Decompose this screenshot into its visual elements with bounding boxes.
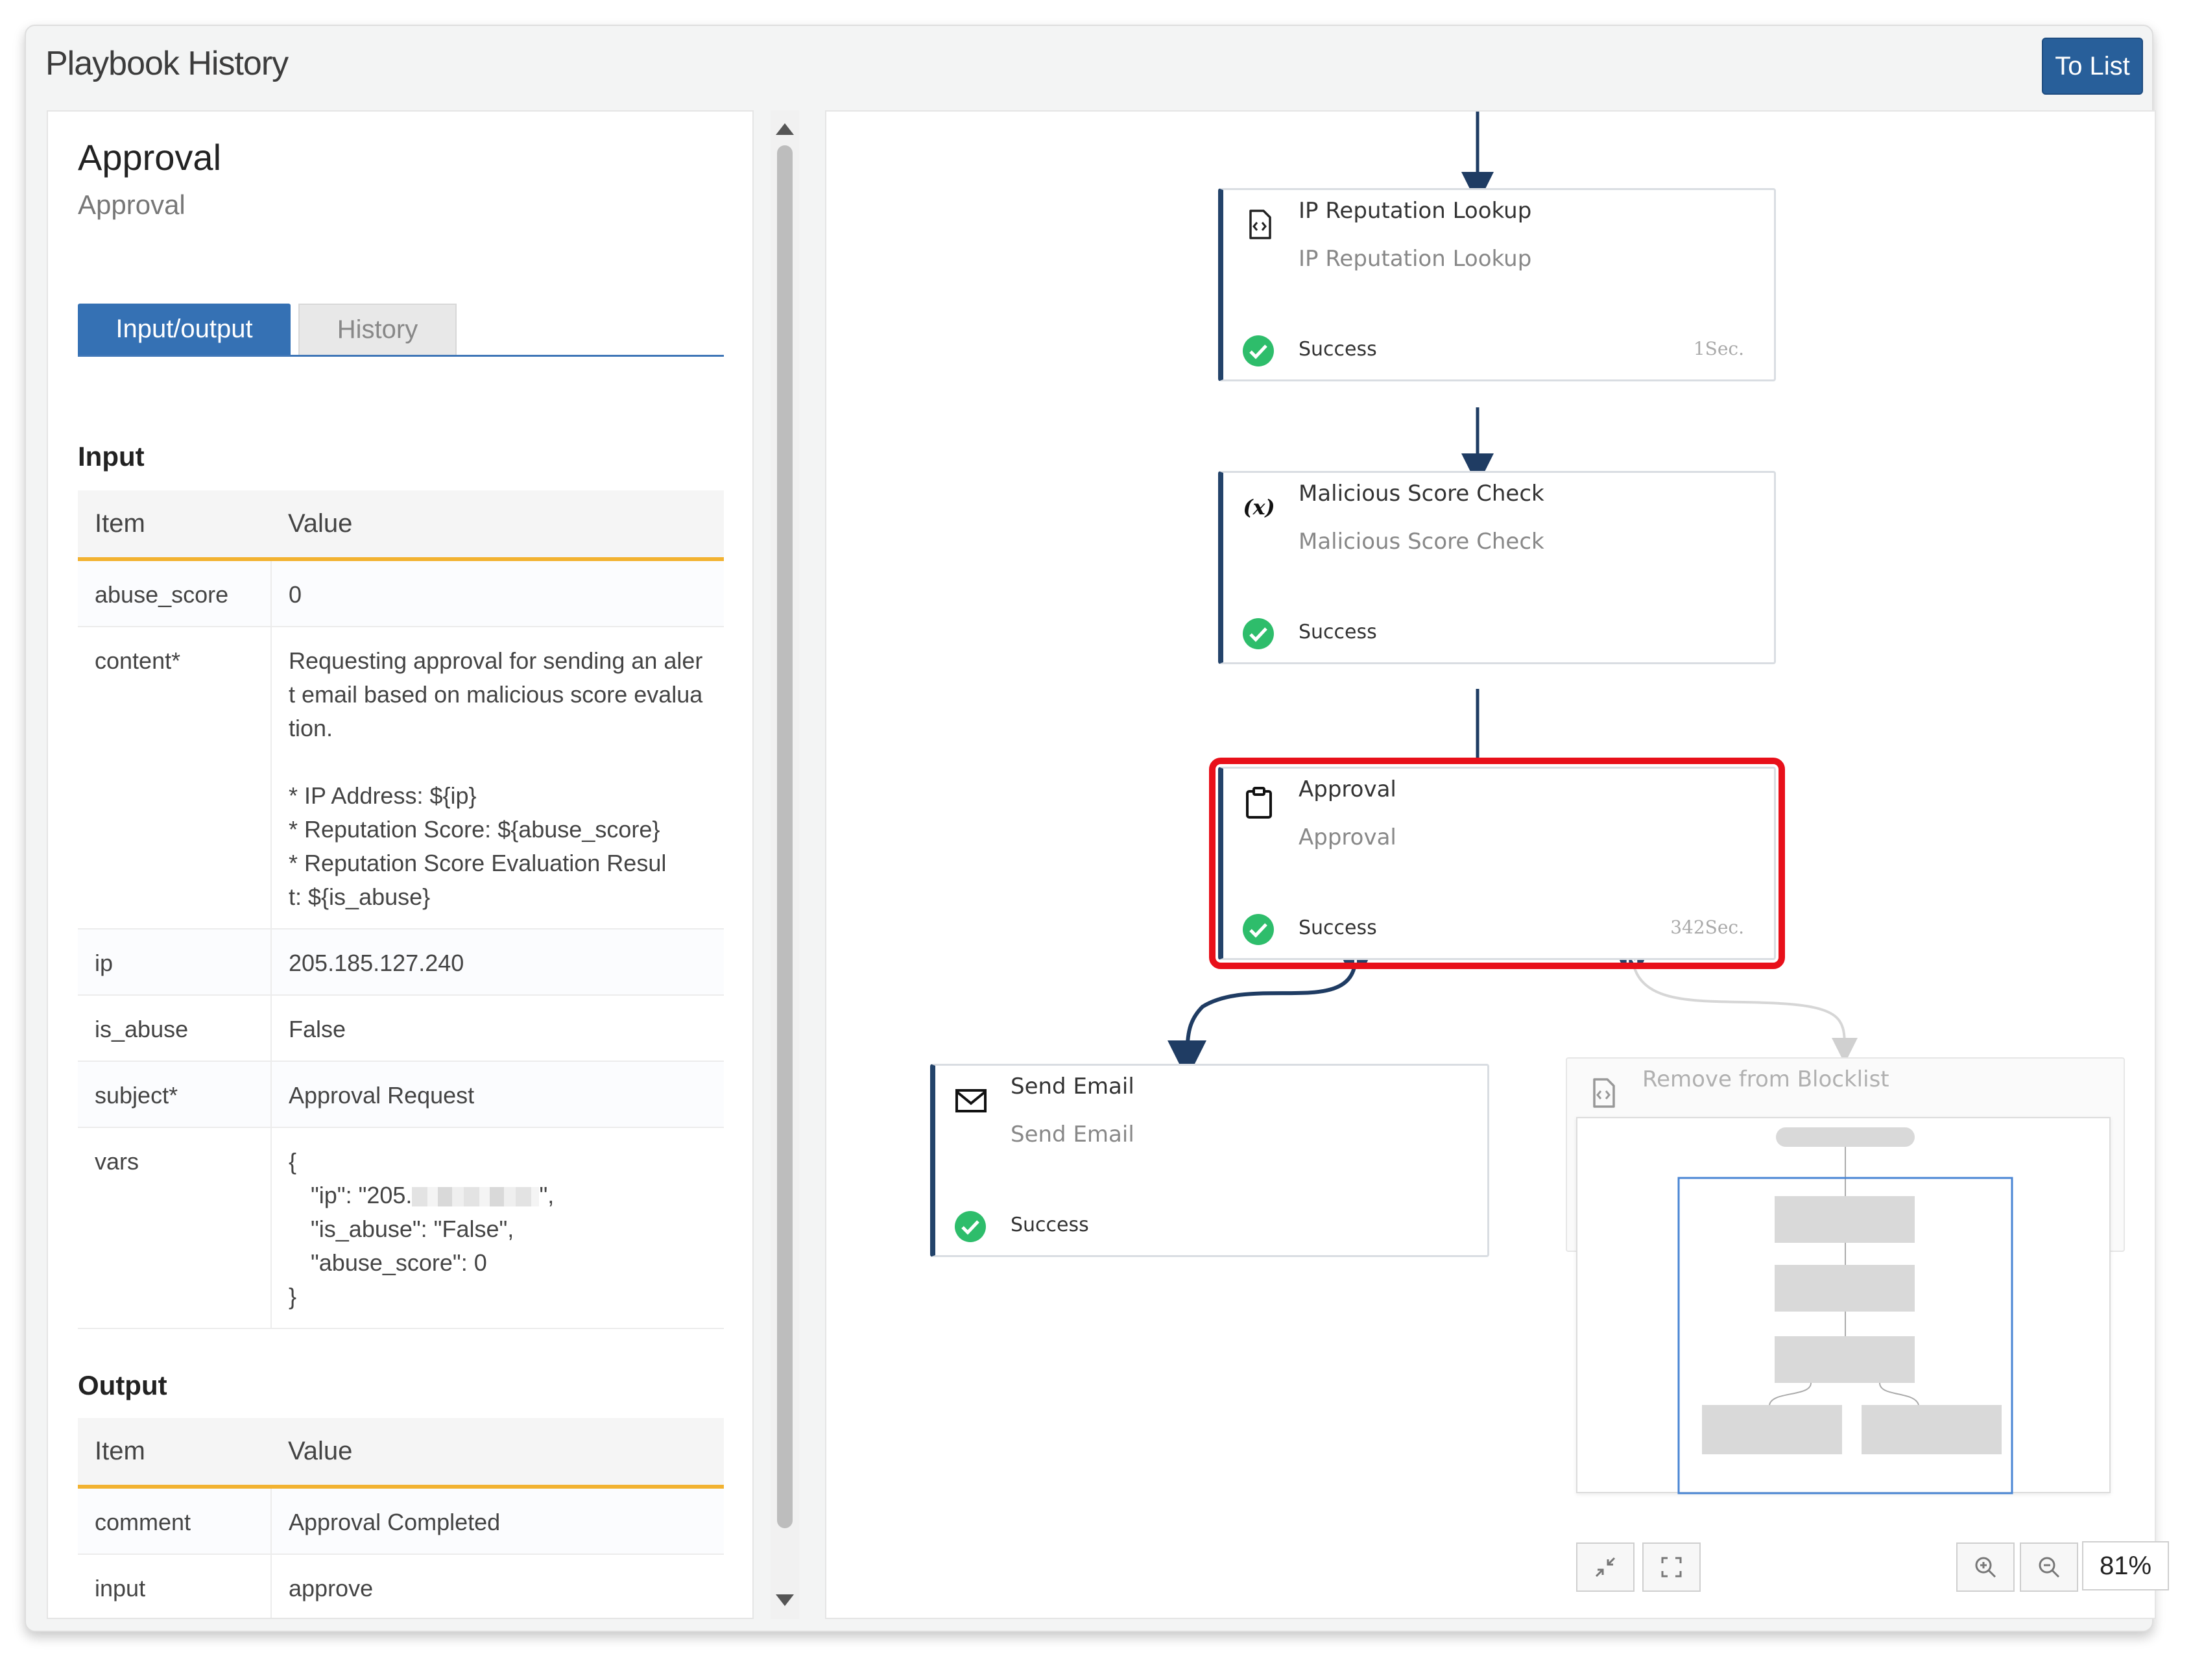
node-name: IP Reputation Lookup [1299,198,1532,224]
zoom-level-display: 81% [2082,1541,2169,1590]
redacted-ip [412,1187,540,1207]
flow-node-malicious-score[interactable]: (x) Malicious Score Check Malicious Scor… [1218,471,1776,664]
collapse-button[interactable] [1576,1542,1635,1592]
node-description: Approval [1299,824,1396,850]
item-cell: abuse_score [78,559,272,627]
output-table: Item Value comment Approval Completed in… [78,1418,724,1618]
flow-node-approval[interactable]: Approval Approval Success 342Sec. [1209,758,1785,969]
node-description: Send Email [1011,1122,1134,1147]
table-row: is_abuse False [78,995,724,1062]
node-name: Send Email [1011,1074,1134,1099]
zoom-in-button[interactable] [1956,1542,2015,1592]
clipboard-icon [1246,787,1272,819]
flow-minimap[interactable] [1576,1117,2111,1494]
success-check-icon [1243,335,1274,366]
vars-is-abuse-line: "is_abuse": "False", [311,1216,514,1242]
detail-tabs: Input/output History [78,304,724,357]
vars-ip-line: "ip": "205. ", [289,1179,707,1212]
to-list-button[interactable]: To List [2042,38,2143,95]
value-cell: Approval Completed [271,1487,724,1555]
node-duration: 342Sec. [1670,917,1744,938]
node-status: Success [1011,1214,1089,1236]
item-cell: input [78,1554,272,1618]
output-heading: Output [78,1370,167,1400]
scroll-up-arrow-icon[interactable] [776,123,794,135]
connector-no-branch [1631,955,1858,1064]
table-row: ip 205.185.127.240 [78,929,724,996]
item-cell: is_abuse [78,995,272,1062]
fit-screen-button[interactable] [1642,1542,1701,1592]
node-status: Success [1299,917,1377,939]
table-row: input approve [78,1554,724,1618]
vars-ip-suffix: ", [539,1182,555,1208]
code-file-icon [1593,1078,1615,1108]
table-row: comment Approval Completed [78,1487,724,1555]
node-status: Success [1299,338,1377,361]
success-check-icon [1243,914,1274,945]
node-status: Success [1299,621,1377,643]
zoom-in-icon [1975,1557,1996,1578]
page-title: Playbook History [45,45,289,82]
column-header-item: Item [78,1418,271,1489]
vars-open-brace: { [289,1148,297,1175]
step-title: Approval [78,137,222,178]
tab-input-output[interactable]: Input/output [78,304,291,355]
value-cell: approve [271,1554,724,1618]
table-row: vars { "ip": "205. ", "is_abuse": "False"… [78,1127,724,1329]
column-header-item: Item [78,490,271,561]
envelope-icon [955,1089,987,1112]
step-subtitle: Approval [78,189,186,220]
success-check-icon [955,1211,986,1242]
item-cell: comment [78,1487,272,1555]
node-duration: 1Sec. [1693,338,1744,359]
code-file-icon [1249,210,1271,239]
node-name: Remove from Blocklist [1642,1066,1889,1092]
table-row: content* Requesting approval for sending… [78,627,724,930]
node-name: Malicious Score Check [1299,481,1544,507]
node-description: IP Reputation Lookup [1299,246,1532,272]
value-cell: Approval Request [271,1061,724,1128]
detail-scrollbar[interactable] [771,110,799,1619]
tab-history[interactable]: History [298,304,457,355]
node-name: Approval [1299,776,1396,802]
value-cell: Requesting approval for sending an aler … [271,627,724,930]
playbook-history-window: Playbook History To List Approval Approv… [25,25,2169,1632]
value-cell: 205.185.127.240 [271,929,724,996]
fullscreen-icon [1661,1557,1682,1578]
scroll-thumb[interactable] [777,145,793,1528]
node-description: Malicious Score Check [1299,529,1544,555]
value-cell: False [271,995,724,1062]
column-header-value: Value [271,490,724,561]
item-cell: vars [78,1127,272,1329]
scroll-down-arrow-icon[interactable] [776,1594,794,1606]
vars-abuse-score-line: "abuse_score": 0 [311,1249,487,1276]
collapse-arrows-icon [1595,1557,1616,1578]
connector-yes-branch [1168,955,1358,1079]
success-check-icon [1243,618,1274,649]
vars-ip-prefix: "ip": "205. [311,1182,413,1208]
variable-x-icon: (x) [1243,495,1275,520]
flow-node-send-email[interactable]: Send Email Send Email Success [930,1064,1489,1257]
step-detail-panel: Approval Approval Input/output History I… [47,110,754,1619]
flow-node-ip-reputation[interactable]: IP Reputation Lookup IP Reputation Looku… [1218,188,1776,381]
table-row: abuse_score 0 [78,559,724,627]
item-cell: ip [78,929,272,996]
input-heading: Input [78,441,145,472]
value-cell: { "ip": "205. ", "is_abuse": "False", "ab… [271,1127,724,1329]
zoom-out-button[interactable] [2020,1542,2078,1592]
svg-text:(x): (x) [1243,495,1275,520]
input-table: Item Value abuse_score 0 content* Reques… [78,490,724,1329]
vars-close-brace: } [289,1283,297,1310]
playbook-flow-canvas[interactable]: Y N IP Reputation Lookup IP Reputation L… [825,110,2156,1619]
column-header-value: Value [271,1418,724,1489]
item-cell: subject* [78,1061,272,1128]
minimap-preview [1677,1127,2013,1494]
item-cell: content* [78,627,272,930]
zoom-out-icon [2039,1557,2060,1578]
value-cell: 0 [271,559,724,627]
table-row: subject* Approval Request [78,1061,724,1128]
